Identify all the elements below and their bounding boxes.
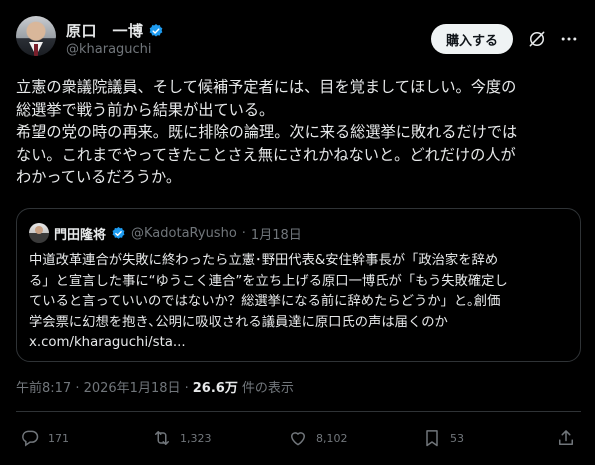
avatar[interactable] bbox=[16, 16, 56, 56]
post-line: 希望の党の時の再来。既に排除の論理。次に来る総選挙に敗れるだけでは bbox=[16, 123, 518, 141]
verified-badge-icon bbox=[112, 226, 125, 239]
repost-count: 1,323 bbox=[180, 431, 212, 445]
quote-avatar bbox=[29, 223, 49, 243]
post-line: ない。これまでやってきたことさえ無にされかねないと。どれだけの人が bbox=[16, 145, 516, 164]
post-line: わかっているだろうか。 bbox=[16, 168, 182, 186]
author-name[interactable]: 原口 一博 bbox=[66, 20, 144, 41]
share-icon bbox=[559, 430, 573, 445]
like-button[interactable]: 8,102 bbox=[288, 428, 348, 448]
bookmark-icon bbox=[426, 430, 438, 447]
quote-line: る」と宣言した事に“ゆうこく連合”を立ち上げる原口一博氏が「もう失敗確定し bbox=[29, 273, 508, 289]
like-icon bbox=[291, 432, 305, 446]
post-text: 立憲の衆議院議員、そして候補予定者には、目を覚ましてほしい。今度の 総選挙で戦う… bbox=[16, 76, 584, 189]
repost-button[interactable]: 1,323 bbox=[152, 428, 212, 448]
quote-line: 学会票に幻想を抱き､公明に吸収される議員達に原口氏の声は届くのか bbox=[29, 314, 448, 330]
bookmark-button[interactable]: 53 bbox=[422, 428, 464, 448]
author-handle[interactable]: @kharaguchi bbox=[66, 42, 152, 57]
post-header: 原口 一博 @kharaguchi 購入する bbox=[16, 14, 581, 62]
repost-icon bbox=[155, 431, 169, 445]
quote-separator: · bbox=[241, 225, 246, 241]
view-count: 26.6万 bbox=[192, 381, 238, 396]
author-name-row: 原口 一博 bbox=[66, 20, 164, 41]
subscribe-button[interactable]: 購入する bbox=[430, 24, 513, 54]
post-meta: 午前8:17 · 2026年1月18日 · 26.6万 件の表示 bbox=[16, 377, 294, 396]
post-line: 立憲の衆議院議員、そして候補予定者には、目を覚ましてほしい。今度の bbox=[16, 78, 517, 96]
quote-link[interactable]: x.com/kharaguchi/sta... bbox=[29, 333, 574, 354]
verified-badge-icon bbox=[149, 23, 162, 37]
reply-count: 171 bbox=[48, 431, 69, 445]
reply-icon bbox=[22, 430, 39, 447]
post-line: 総選挙で戦う前から結果が出ている。 bbox=[16, 100, 275, 119]
share-button[interactable] bbox=[556, 428, 576, 448]
quote-text: 中道改革連合が失敗に終わったら立憲･野田代表&安住幹事長が「政治家を辞め る」と… bbox=[29, 251, 574, 354]
post-timestamp[interactable]: 午前8:17 · 2026年1月18日 · bbox=[16, 377, 189, 396]
bookmark-count: 53 bbox=[450, 431, 464, 445]
quote-author-name: 門田隆将 bbox=[54, 227, 107, 243]
more-icon[interactable] bbox=[559, 29, 579, 49]
quoted-post[interactable]: 門田隆将 @KadotaRyusho · 1月18日 中道改革連合が失敗に終わっ… bbox=[16, 208, 581, 362]
grok-icon[interactable] bbox=[527, 29, 547, 49]
quote-line: 中道改革連合が失敗に終わったら立憲･野田代表&安住幹事長が「政治家を辞め bbox=[29, 253, 499, 268]
quote-header: 門田隆将 @KadotaRyusho · 1月18日 bbox=[29, 223, 302, 243]
divider bbox=[16, 411, 581, 412]
avatar-tie bbox=[34, 44, 38, 56]
like-count: 8,102 bbox=[316, 431, 348, 445]
view-label: 件の表示 bbox=[241, 381, 294, 396]
quote-date: 1月18日 bbox=[250, 227, 302, 243]
quote-author-handle: @KadotaRyusho bbox=[131, 225, 237, 241]
reply-button[interactable]: 171 bbox=[20, 428, 69, 448]
action-bar: 171 1,323 8,102 53 bbox=[16, 428, 581, 452]
quote-line: ていると言っていいのではないか？総選挙になる前に辞めたらどうか」と｡創価 bbox=[29, 294, 501, 309]
